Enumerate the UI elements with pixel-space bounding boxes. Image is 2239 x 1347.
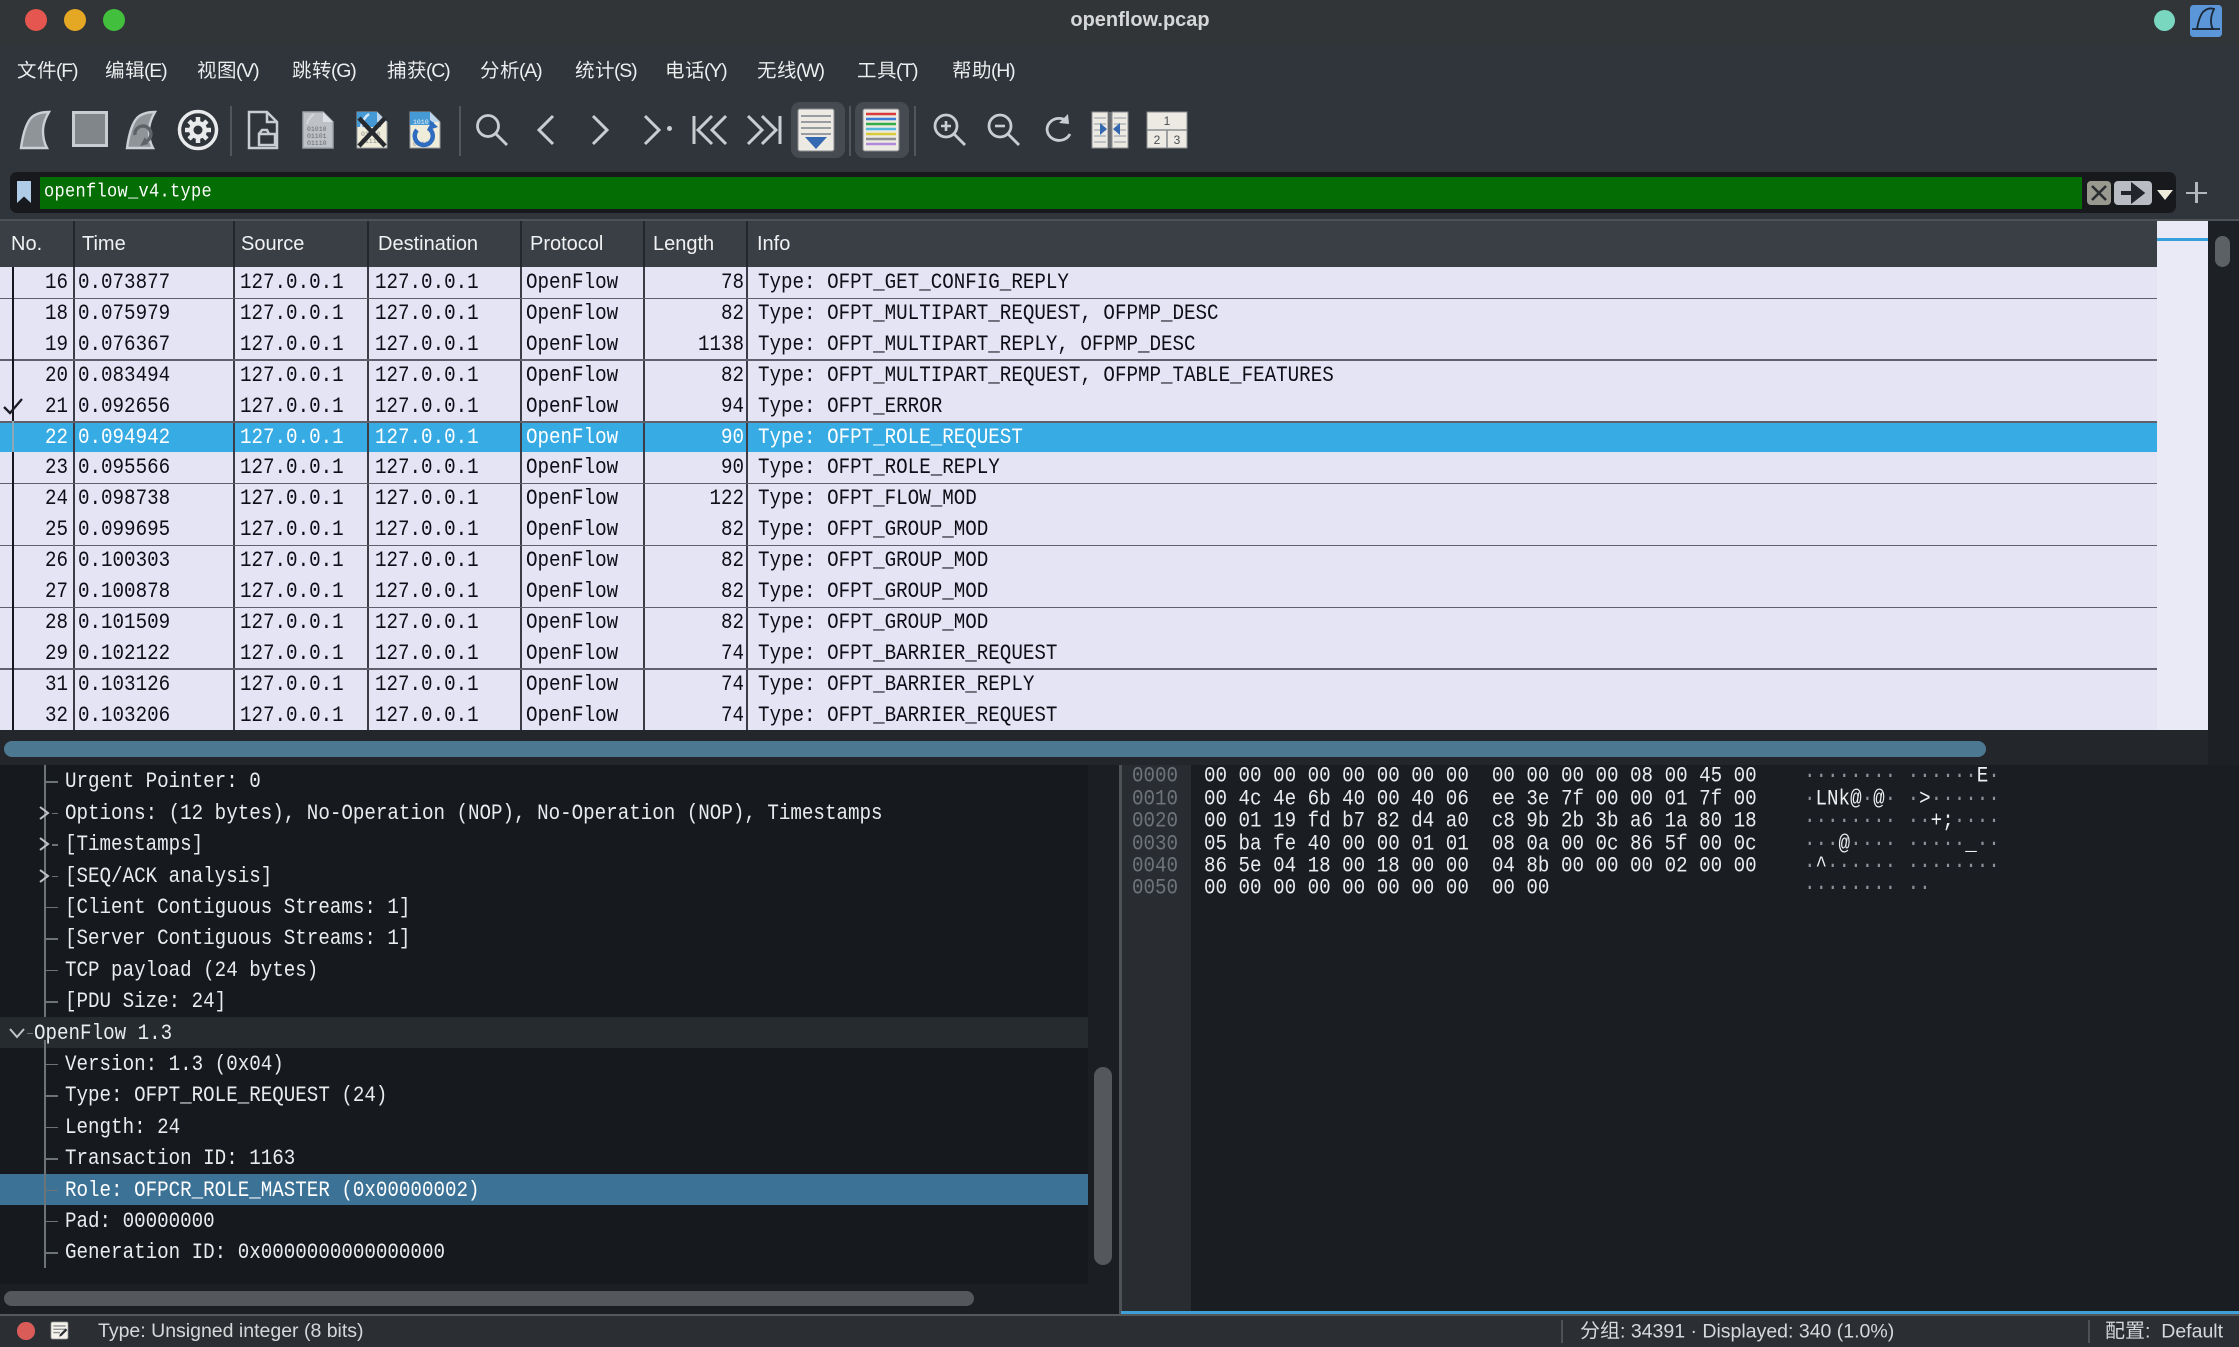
svg-text:1: 1 — [1164, 114, 1171, 128]
svg-text:3: 3 — [1174, 133, 1181, 147]
svg-text:2: 2 — [1154, 133, 1161, 147]
svg-text:01110: 01110 — [307, 140, 327, 147]
svg-text:01010: 01010 — [307, 126, 327, 133]
svg-text:1010: 1010 — [413, 119, 429, 126]
svg-text:01101: 01101 — [307, 133, 327, 140]
